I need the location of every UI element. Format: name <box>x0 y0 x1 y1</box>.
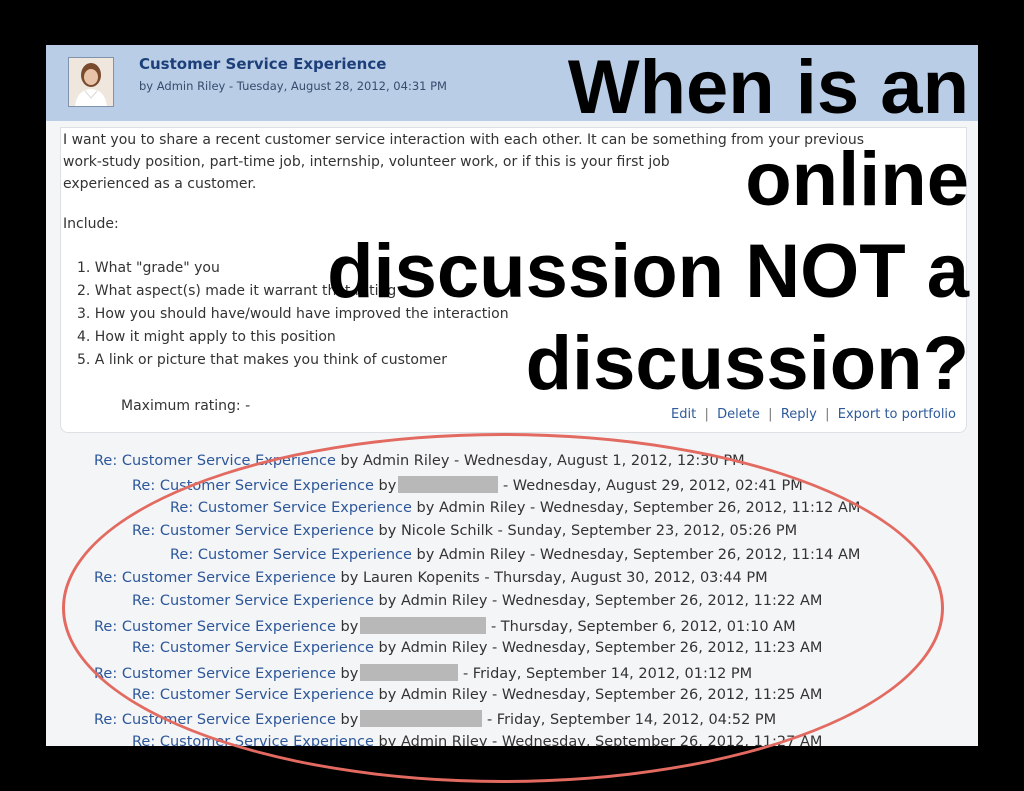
highlight-oval <box>62 433 944 783</box>
question-line: discussion NOT a <box>327 229 969 314</box>
list-item: 1. What "grade" you <box>77 260 220 276</box>
avatar-photo-icon <box>69 58 113 106</box>
question-line: discussion? <box>525 321 969 406</box>
question-line: online <box>745 137 969 222</box>
slide-question: When is an online discussion NOT a discu… <box>209 42 969 410</box>
include-label: Include: <box>63 216 119 232</box>
question-line: When is an <box>567 45 969 130</box>
avatar[interactable] <box>68 57 114 107</box>
